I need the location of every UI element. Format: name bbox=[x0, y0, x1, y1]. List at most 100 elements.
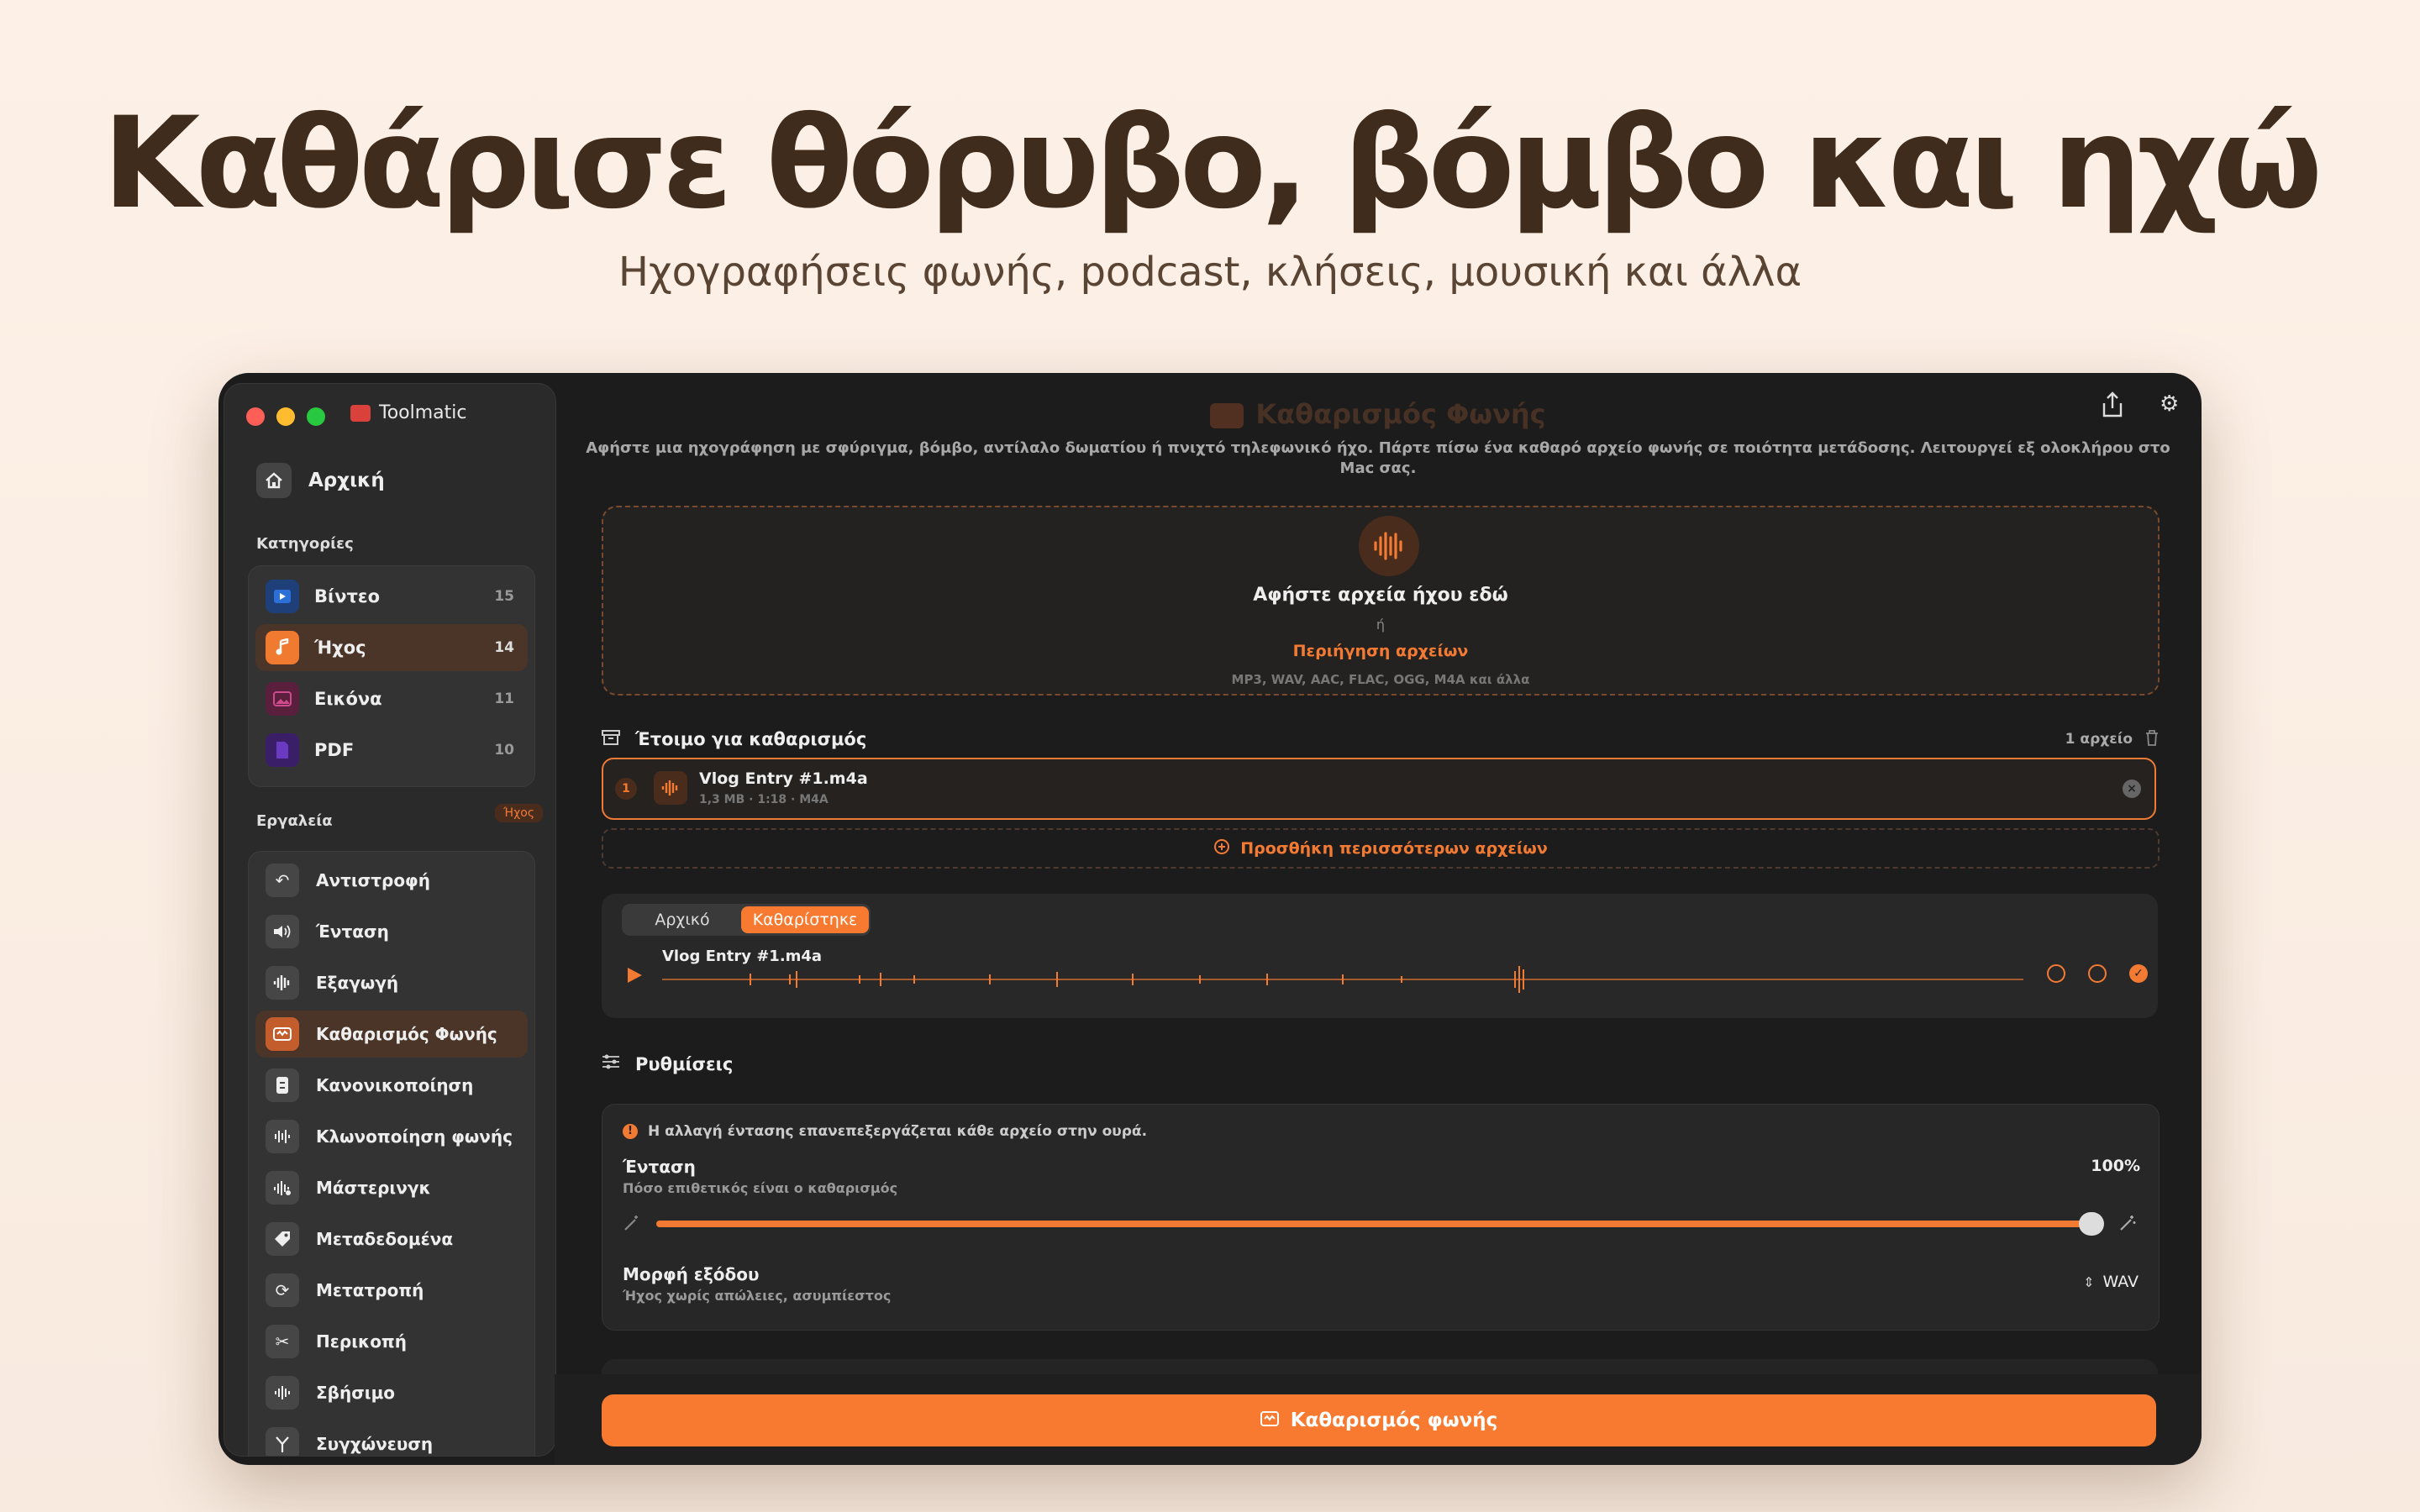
image-icon bbox=[266, 682, 299, 716]
tab-cleaned[interactable]: Καθαρίστηκε bbox=[741, 906, 869, 933]
queue-title: Έτοιμο για καθαρισμός bbox=[635, 729, 867, 749]
intensity-description: Πόσο επιθετικός είναι ο καθαρισμός bbox=[623, 1180, 898, 1196]
convert-icon: ⟳ bbox=[266, 1273, 299, 1307]
sidebar-item-trim[interactable]: ✂ Περικοπή bbox=[255, 1318, 528, 1365]
category-list: Βίντεο 15 Ήχος 14 Εικόνα 11 PDF 10 bbox=[248, 565, 535, 787]
archive-icon bbox=[602, 729, 620, 749]
sidebar-item-voice-clean[interactable]: Καθαρισμός Φωνής bbox=[255, 1011, 528, 1058]
sidebar-item-voice-clone[interactable]: Κλωνοποίηση φωνής bbox=[255, 1113, 528, 1160]
voice-clean-icon bbox=[1260, 1410, 1279, 1431]
minimize-window-button[interactable] bbox=[276, 407, 295, 426]
drop-zone[interactable]: Αφήστε αρχεία ήχου εδώ ή Περιήγηση αρχεί… bbox=[602, 506, 2160, 696]
categories-heading: Κατηγορίες bbox=[256, 535, 354, 553]
sidebar-item-mastering[interactable]: Μάστερινγκ bbox=[255, 1164, 528, 1211]
timer-icon[interactable] bbox=[2088, 964, 2107, 983]
voice-clean-icon bbox=[1210, 403, 1244, 428]
tag-icon bbox=[266, 1222, 299, 1256]
intensity-slider-knob[interactable] bbox=[2079, 1212, 2104, 1236]
sidebar-item-extract[interactable]: Εξαγωγή bbox=[255, 959, 528, 1006]
settings-panel: ! Η αλλαγή έντασης επανεπεξεργάζεται κάθ… bbox=[602, 1104, 2160, 1331]
category-count: 11 bbox=[494, 690, 514, 707]
sidebar-item-video[interactable]: Βίντεο 15 bbox=[255, 573, 528, 620]
sidebar-item-pdf[interactable]: PDF 10 bbox=[255, 727, 528, 774]
output-format-description: Ήχος χωρίς απώλειες, ασυμπίεστος bbox=[623, 1288, 892, 1304]
intensity-slider[interactable] bbox=[656, 1212, 2104, 1236]
add-more-label: Προσθήκη περισσότερων αρχείων bbox=[1240, 839, 1548, 858]
waveform-icon bbox=[1359, 516, 1419, 576]
page-title: Καθαρισμός Φωνής bbox=[555, 398, 2202, 430]
remove-file-icon[interactable]: × bbox=[2123, 780, 2141, 798]
waveform-icon bbox=[654, 771, 687, 805]
settings-label: Ρυθμίσεις bbox=[635, 1053, 734, 1074]
intro-text: Αφήστε μια ηχογράφηση με σφύριγμα, βόμβο… bbox=[586, 439, 2170, 477]
tools-heading: Εργαλεία bbox=[256, 812, 333, 830]
tool-label: Εξαγωγή bbox=[316, 973, 399, 993]
voice-clone-icon bbox=[266, 1120, 299, 1153]
settings-notice: ! Η αλλαγή έντασης επανεπεξεργάζεται κάθ… bbox=[623, 1123, 1147, 1140]
tool-label: Περικοπή bbox=[316, 1331, 407, 1352]
intensity-slider-fill bbox=[656, 1221, 2091, 1227]
tool-label: Μετατροπή bbox=[316, 1280, 424, 1300]
category-label: Βίντεο bbox=[314, 586, 381, 606]
tool-label: Σβήσιμο bbox=[316, 1383, 396, 1403]
tool-label: Μεταδεδομένα bbox=[316, 1229, 454, 1249]
toolbox-icon bbox=[350, 404, 371, 422]
play-button[interactable] bbox=[625, 966, 644, 988]
queue-file-item[interactable]: 1 Vlog Entry #1.m4a 1,3 MB · 1:18 · M4A … bbox=[602, 758, 2156, 820]
clean-voice-button[interactable]: Καθαρισμός φωνής bbox=[602, 1394, 2156, 1446]
voice-clean-icon bbox=[266, 1017, 299, 1051]
trash-icon[interactable] bbox=[2144, 729, 2160, 749]
output-format-select[interactable]: ⇕ WAV bbox=[2083, 1273, 2139, 1291]
category-label: Εικόνα bbox=[314, 689, 382, 709]
waveform-icon bbox=[266, 966, 299, 1000]
sidebar-item-reverse[interactable]: ↶ Αντιστροφή bbox=[255, 857, 528, 904]
tool-label: Αντιστροφή bbox=[316, 870, 430, 890]
app-window: Toolmatic Αρχική Κατηγορίες Βίντεο 15 Ήχ… bbox=[218, 373, 2202, 1465]
tool-label: Μάστερινγκ bbox=[316, 1178, 431, 1198]
clean-voice-label: Καθαρισμός φωνής bbox=[1290, 1410, 1498, 1431]
tool-label: Κλωνοποίηση φωνής bbox=[316, 1126, 513, 1147]
intensity-label: Ένταση bbox=[623, 1157, 696, 1177]
speaker-icon bbox=[266, 915, 299, 948]
merge-icon bbox=[266, 1427, 299, 1456]
file-index-badge: 1 bbox=[615, 778, 637, 800]
tab-original[interactable]: Αρχικό bbox=[625, 906, 739, 933]
magic-wand-off-icon bbox=[623, 1214, 641, 1236]
gear-icon[interactable]: ⚙ bbox=[2160, 391, 2179, 417]
window-controls bbox=[246, 407, 325, 426]
add-more-files-button[interactable]: Προσθήκη περισσότερων αρχείων bbox=[602, 828, 2160, 869]
notice-text: Η αλλαγή έντασης επανεπεξεργάζεται κάθε … bbox=[648, 1123, 1148, 1140]
close-window-button[interactable] bbox=[246, 407, 265, 426]
checkmark-icon[interactable]: ✓ bbox=[2129, 964, 2148, 983]
zoom-window-button[interactable] bbox=[307, 407, 325, 426]
fade-icon bbox=[266, 1376, 299, 1410]
drop-or: ή bbox=[1376, 617, 1386, 633]
sidebar-item-convert[interactable]: ⟳ Μετατροπή bbox=[255, 1267, 528, 1314]
sliders-icon bbox=[602, 1053, 620, 1074]
sidebar-item-image[interactable]: Εικόνα 11 bbox=[255, 675, 528, 722]
app-name: Toolmatic bbox=[379, 402, 467, 423]
tools-filter-badge: Ήχος bbox=[495, 804, 544, 822]
sidebar-item-normalize[interactable]: Κανονικοποίηση bbox=[255, 1062, 528, 1109]
category-label: Ήχος bbox=[314, 638, 366, 658]
mastering-icon bbox=[266, 1171, 299, 1205]
share-icon[interactable] bbox=[2101, 391, 2124, 425]
category-count: 10 bbox=[494, 742, 514, 759]
sidebar-item-metadata[interactable]: Μεταδεδομένα bbox=[255, 1215, 528, 1263]
sidebar-item-audio[interactable]: Ήχος 14 bbox=[255, 624, 528, 671]
sidebar-item-home[interactable]: Αρχική bbox=[256, 463, 385, 498]
queue-count: 1 αρχείο bbox=[2065, 731, 2133, 748]
tool-label: Συγχώνευση bbox=[316, 1434, 434, 1454]
browse-files-link[interactable]: Περιήγηση αρχείων bbox=[603, 642, 2158, 660]
waveform[interactable] bbox=[662, 963, 2023, 996]
hero-title: Καθάρισε θόρυβο, βόμβο και ηχώ bbox=[103, 91, 2323, 237]
tool-label: Καθαρισμός Φωνής bbox=[316, 1024, 497, 1044]
hero-subtitle: Ηχογραφήσεις φωνής, podcast, κλήσεις, μο… bbox=[618, 249, 1802, 296]
timer-icon[interactable] bbox=[2047, 964, 2065, 983]
music-note-icon bbox=[266, 631, 299, 664]
sidebar-item-volume[interactable]: Ένταση bbox=[255, 908, 528, 955]
file-name: Vlog Entry #1.m4a bbox=[699, 769, 868, 788]
app-title: Toolmatic bbox=[350, 402, 466, 423]
sidebar-item-merge[interactable]: Συγχώνευση bbox=[255, 1420, 528, 1456]
sidebar-item-fade[interactable]: Σβήσιμο bbox=[255, 1369, 528, 1416]
